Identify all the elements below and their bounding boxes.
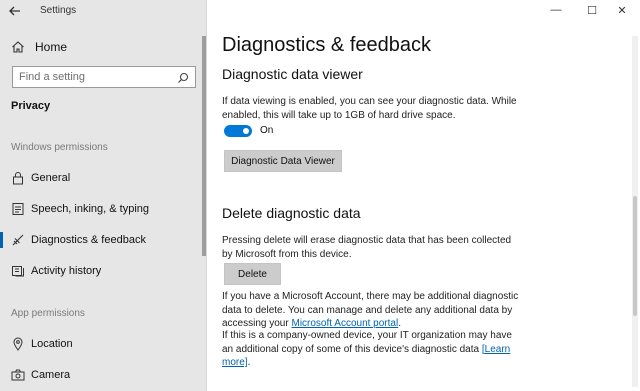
sidebar-item-diagnostics[interactable]: Diagnostics & feedback (0, 227, 206, 253)
main-scrollbar[interactable] (632, 36, 638, 387)
sidebar-item-camera[interactable]: Camera (0, 362, 206, 388)
title-bar: Settings (0, 0, 207, 24)
sidebar: Settings Home Find a setting Privacy Win… (0, 0, 207, 391)
camera-icon (11, 368, 25, 382)
close-icon[interactable]: ✕ (604, 0, 640, 20)
activity-icon (11, 264, 25, 278)
sidebar-item-label: Speech, inking, & typing (31, 203, 150, 215)
main-scrollbar-thumb[interactable] (633, 196, 637, 316)
sidebar-item-label: Camera (31, 369, 71, 381)
search-placeholder: Find a setting (19, 71, 86, 83)
delete-button[interactable]: Delete (224, 263, 281, 285)
sidebar-item-label: Diagnostics & feedback (31, 234, 146, 246)
company-text: If this is a company-owned device, your … (222, 330, 512, 355)
data-viewer-toggle[interactable] (224, 125, 252, 137)
company-end: . (247, 357, 251, 368)
sidebar-item-speech[interactable]: Speech, inking, & typing (0, 196, 206, 222)
company-paragraph: If this is a company-owned device, your … (222, 329, 522, 370)
location-icon (11, 337, 25, 351)
sidebar-item-general[interactable]: General (0, 165, 206, 191)
viewer-description: If data viewing is enabled, you can see … (222, 96, 517, 121)
diagnostics-icon (11, 233, 25, 247)
delete-description: Pressing delete will erase diagnostic da… (222, 235, 512, 260)
section-heading-viewer: Diagnostic data viewer (222, 66, 363, 82)
search-icon[interactable] (177, 71, 189, 83)
group-label-windows-permissions: Windows permissions (11, 142, 108, 153)
sidebar-item-activity-history[interactable]: Activity history (0, 258, 206, 284)
sidebar-item-label: Activity history (31, 265, 102, 277)
toggle-state-label: On (260, 125, 274, 136)
home-icon (10, 39, 26, 55)
main-content: — ☐ ✕ Diagnostics & feedback Diagnostic … (208, 0, 640, 391)
account-paragraph: If you have a Microsoft Account, there m… (222, 290, 522, 331)
lock-icon (11, 171, 25, 185)
group-label-app-permissions: App permissions (11, 308, 85, 319)
account-end: . (398, 318, 401, 329)
search-input[interactable]: Find a setting (12, 66, 196, 88)
speech-icon (11, 202, 25, 216)
app-title: Settings (40, 5, 77, 16)
sidebar-item-location[interactable]: Location (0, 331, 206, 357)
sidebar-item-label: Home (35, 40, 68, 54)
sidebar-item-label: General (31, 172, 71, 184)
page-title: Diagnostics & feedback (222, 34, 432, 56)
section-heading-delete: Delete diagnostic data (222, 205, 361, 221)
diagnostic-data-viewer-button[interactable]: Diagnostic Data Viewer (224, 150, 342, 172)
toggle-knob (243, 128, 249, 134)
sidebar-item-home[interactable]: Home (10, 38, 67, 56)
sidebar-scrollbar[interactable] (202, 36, 206, 256)
minimize-icon[interactable]: — (538, 0, 574, 20)
microsoft-account-portal-link[interactable]: Microsoft Account portal (291, 318, 398, 329)
sidebar-item-label: Location (31, 338, 73, 350)
back-arrow-icon[interactable] (8, 4, 24, 20)
sidebar-section-title: Privacy (11, 100, 51, 112)
